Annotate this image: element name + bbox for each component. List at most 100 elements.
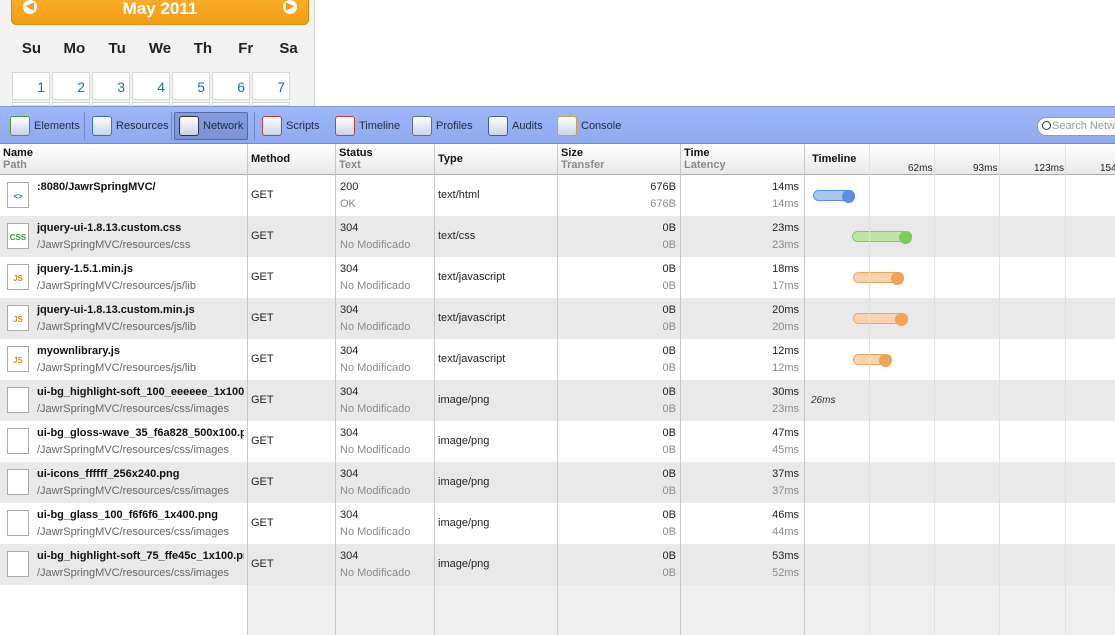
resource-name[interactable]: ui-bg_highlight-soft_100_eeeeee_1x100.pn…	[37, 386, 244, 398]
search-network-input[interactable]: Search Network	[1037, 117, 1115, 136]
column-method[interactable]: Method	[248, 144, 335, 174]
tab-audits[interactable]: Audits	[484, 112, 547, 140]
timeline-bar[interactable]	[853, 272, 904, 285]
transfer-cell: 0B	[662, 567, 676, 579]
method-cell: GET	[251, 517, 274, 529]
time-cell: 18ms	[772, 263, 799, 275]
transfer-cell: 0B	[662, 485, 676, 497]
calendar-week-row: 1234567	[12, 72, 290, 100]
resource-name[interactable]: ui-bg_glass_100_f6f6f6_1x400.png	[37, 509, 244, 521]
column-name[interactable]: Name Path	[0, 144, 247, 174]
latency-cell: 12ms	[772, 362, 799, 374]
timeline-latency-label: 26ms	[811, 395, 836, 406]
column-time[interactable]: Time Latency	[681, 144, 804, 174]
tab-elements[interactable]: Elements	[6, 112, 84, 140]
timeline-bar[interactable]	[853, 313, 908, 326]
resource-name[interactable]: myownlibrary.js	[37, 345, 244, 357]
calendar-day[interactable]: 2	[52, 72, 90, 100]
resource-name[interactable]: ui-bg_gloss-wave_35_f6a828_500x100.png	[37, 427, 244, 439]
size-cell: 0B	[662, 427, 676, 439]
calendar-header: ◀ May 2011 ▶	[11, 0, 309, 25]
calendar-day[interactable]: 5	[172, 72, 210, 100]
column-type[interactable]: Type	[435, 144, 557, 174]
latency-cell: 52ms	[772, 567, 799, 579]
size-cell: 0B	[662, 468, 676, 480]
image-file-icon	[7, 551, 29, 577]
resource-path: /JawrSpringMVC/resources/js/lib	[37, 321, 196, 333]
status-code: 304	[340, 509, 359, 521]
column-size-label: Size	[561, 147, 584, 159]
time-cell: 30ms	[772, 386, 799, 398]
calendar-title: May 2011	[122, 0, 198, 18]
status-code: 304	[340, 222, 359, 234]
tab-resources[interactable]: Resources	[88, 112, 173, 140]
image-file-icon	[7, 387, 29, 413]
column-timeline[interactable]: Timeline	[809, 144, 869, 174]
calendar-day[interactable]: 4	[132, 72, 170, 100]
weekday-label: Tu	[108, 40, 126, 57]
empty-grid-area	[247, 585, 1115, 635]
resource-path: /JawrSpringMVC/resources/css/images	[37, 444, 229, 456]
tab-profiles[interactable]: Profiles	[408, 112, 477, 140]
latency-cell: 20ms	[772, 321, 799, 333]
js-file-icon: JS	[7, 305, 29, 331]
column-size[interactable]: Size Transfer	[558, 144, 680, 174]
weekday-label: Sa	[279, 40, 298, 57]
status-text: OK	[340, 198, 356, 210]
tab-timeline[interactable]: Timeline	[331, 112, 404, 140]
tab-label: Scripts	[286, 120, 320, 132]
resource-name[interactable]: jquery-1.5.1.min.js	[37, 263, 244, 275]
resource-name[interactable]: :8080/JawrSpringMVC/	[37, 181, 244, 193]
image-file-icon	[7, 469, 29, 495]
tab-network[interactable]: Network	[174, 112, 249, 140]
method-cell: GET	[251, 312, 274, 324]
status-code: 304	[340, 304, 359, 316]
transfer-cell: 0B	[662, 239, 676, 251]
network-icon	[179, 116, 199, 136]
network-grid: Name Path Method Status Text Type Size T…	[0, 144, 1115, 635]
js-file-icon: JS	[7, 346, 29, 372]
latency-cell: 23ms	[772, 403, 799, 415]
resource-path: /JawrSpringMVC/resources/css/images	[37, 485, 229, 497]
timeline-icon	[335, 116, 355, 136]
latency-cell: 17ms	[772, 280, 799, 292]
calendar-day[interactable]: 6	[212, 72, 250, 100]
status-code: 304	[340, 386, 359, 398]
type-cell: image/png	[438, 435, 490, 447]
transfer-cell: 0B	[662, 403, 676, 415]
resource-name[interactable]: ui-icons_ffffff_256x240.png	[37, 468, 244, 480]
calendar-day[interactable]: 1	[12, 72, 50, 100]
type-cell: text/javascript	[438, 312, 506, 324]
timeline-tick: 154	[1100, 163, 1115, 174]
calendar-day[interactable]: 3	[92, 72, 130, 100]
chevron-right-icon[interactable]: ▶	[283, 0, 297, 14]
transfer-cell: 0B	[662, 362, 676, 374]
timeline-bar[interactable]	[813, 190, 855, 203]
status-text: No Modificado	[340, 526, 411, 538]
status-code: 304	[340, 550, 359, 562]
time-cell: 53ms	[772, 550, 799, 562]
weekday-label: Th	[193, 40, 213, 57]
resource-name[interactable]: ui-bg_highlight-soft_75_ffe45c_1x100.png	[37, 550, 244, 562]
type-cell: image/png	[438, 476, 490, 488]
calendar: ◀ May 2011 ▶ Su Mo Tu We Th Fr Sa 1234567	[0, 0, 315, 106]
transfer-cell: 0B	[662, 321, 676, 333]
audits-icon	[488, 116, 508, 136]
column-time-label: Time	[684, 147, 710, 159]
timeline-bar[interactable]	[852, 231, 912, 244]
type-cell: text/javascript	[438, 271, 506, 283]
calendar-day[interactable]: 7	[252, 72, 290, 100]
resource-name[interactable]: jquery-ui-1.8.13.custom.min.js	[37, 304, 244, 316]
weekday-label: Mo	[63, 40, 86, 57]
column-status[interactable]: Status Text	[336, 144, 434, 174]
column-latency-label: Latency	[684, 159, 726, 171]
search-placeholder: Search Network	[1052, 120, 1115, 132]
tab-console[interactable]: Console	[553, 112, 625, 140]
type-cell: text/css	[438, 230, 476, 242]
type-cell: text/html	[438, 189, 480, 201]
weekday-label: We	[148, 40, 172, 57]
timeline-tick: 123ms	[1034, 163, 1065, 174]
resource-name[interactable]: jquery-ui-1.8.13.custom.css	[37, 222, 244, 234]
timeline-bar[interactable]	[853, 354, 892, 367]
tab-scripts[interactable]: Scripts	[258, 112, 324, 140]
